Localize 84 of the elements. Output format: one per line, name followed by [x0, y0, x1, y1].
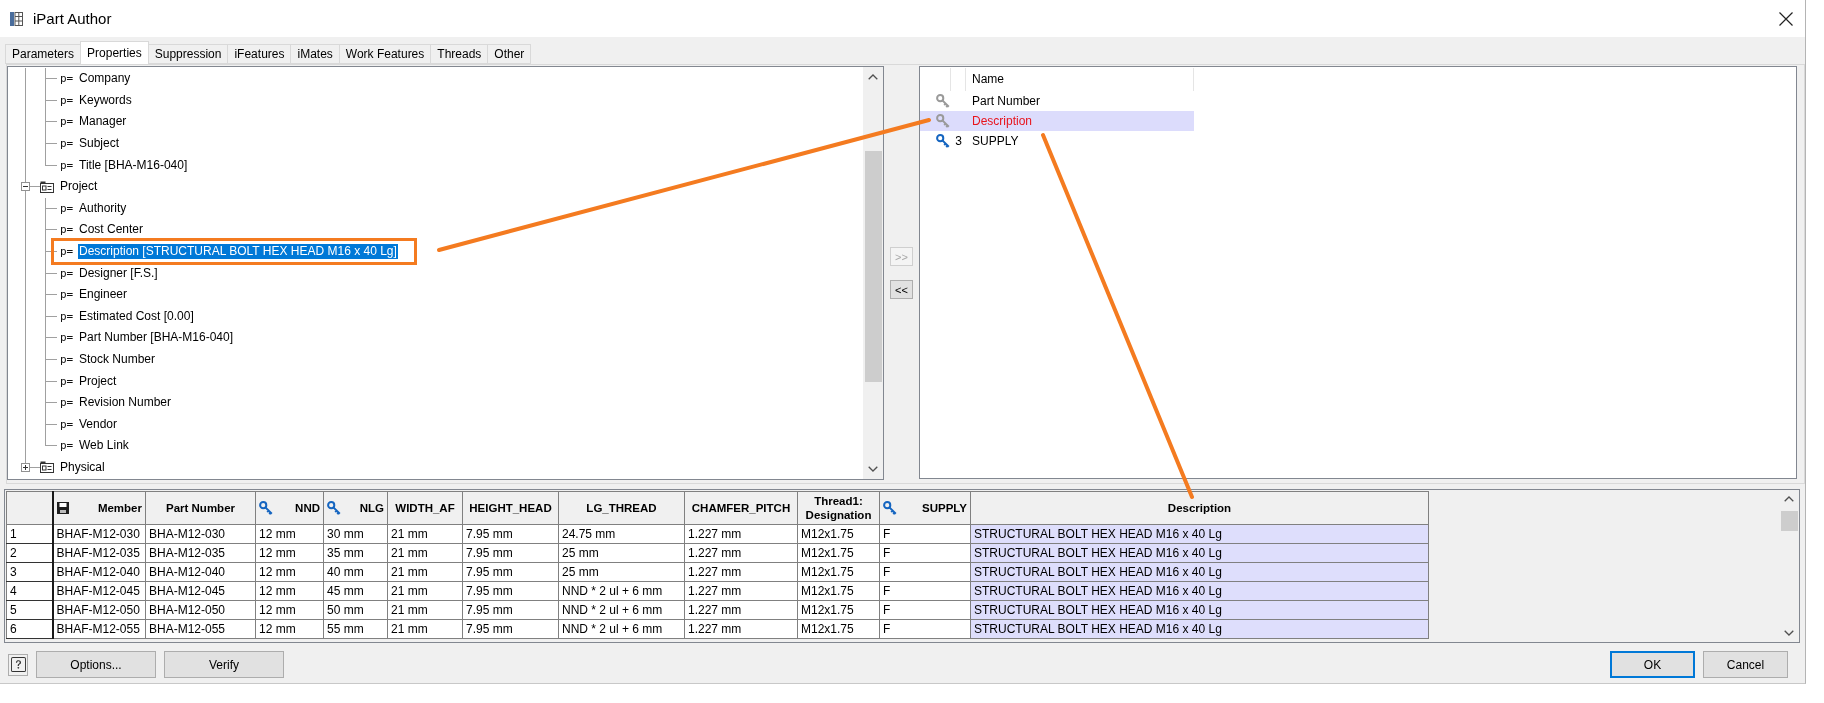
chevron-down-icon[interactable]	[1784, 630, 1794, 636]
property-marker: p=	[60, 417, 75, 431]
column-header[interactable]: Member	[52, 491, 146, 525]
tree-item[interactable]: Engineer	[78, 287, 129, 303]
property-marker: p=	[60, 158, 75, 172]
tree-item[interactable]: Revision Number	[78, 395, 173, 411]
column-header[interactable]: Part Number	[145, 491, 256, 525]
property-marker: p=	[60, 374, 75, 388]
help-button[interactable]	[8, 653, 28, 676]
column-header[interactable]: SUPPLY	[879, 491, 971, 525]
column-header[interactable]: NLG	[323, 491, 388, 525]
column-header[interactable]: CHAMFER_PITCH	[684, 491, 798, 525]
key-icon	[883, 501, 897, 515]
column-header[interactable]: Description	[970, 491, 1429, 525]
property-marker: p=	[60, 223, 75, 237]
property-marker: p=	[60, 396, 75, 410]
tree-item[interactable]: Company	[78, 71, 132, 87]
tree-item[interactable]: Web Link	[78, 438, 130, 454]
list-item[interactable]: 3 SUPPLY	[920, 131, 1194, 151]
column-header[interactable]: WIDTH_AF	[387, 491, 463, 525]
tab[interactable]: Threads	[430, 44, 489, 64]
close-icon	[1779, 11, 1793, 26]
tab[interactable]: Work Features	[338, 44, 432, 64]
scrollbar-thumb[interactable]	[1780, 511, 1798, 531]
chevron-up-icon[interactable]	[868, 74, 878, 80]
save-icon	[56, 502, 69, 514]
options-button[interactable]: Options...	[36, 651, 156, 678]
list-item[interactable]: Part Number	[920, 91, 1194, 111]
card-icon	[40, 461, 54, 474]
key-icon	[259, 501, 273, 515]
tab[interactable]: Parameters	[5, 44, 82, 64]
key-number: 3	[955, 133, 962, 149]
column-header[interactable]: Thread1: Designation	[797, 491, 880, 525]
tab[interactable]: Suppression	[147, 44, 229, 64]
property-marker: p=	[60, 331, 75, 345]
tree-item[interactable]: Project	[78, 373, 118, 389]
key-icon	[327, 501, 341, 515]
property-marker: p=	[60, 245, 75, 259]
remove-button[interactable]: <<	[890, 280, 913, 299]
tree-item[interactable]: Physical	[59, 460, 106, 475]
property-marker: p=	[60, 266, 75, 280]
column-header[interactable]: LG_THREAD	[558, 491, 685, 525]
window-title: iPart Author	[33, 9, 112, 28]
tab[interactable]: iMates	[290, 44, 340, 64]
column-header[interactable]: Name	[966, 68, 1194, 91]
property-marker: p=	[60, 288, 75, 302]
property-marker: p=	[60, 137, 75, 151]
tree-item[interactable]: Authority	[78, 200, 128, 216]
property-marker: p=	[60, 72, 75, 86]
verify-button[interactable]: Verify	[164, 651, 284, 678]
tree-item[interactable]: Manager	[78, 114, 128, 130]
tree-item[interactable]: Keywords	[78, 92, 133, 108]
column-header[interactable]: HEIGHT_HEAD	[462, 491, 559, 525]
collapse-icon[interactable]	[21, 182, 30, 192]
tree-item[interactable]: Project	[59, 179, 99, 195]
cancel-button[interactable]: Cancel	[1703, 651, 1788, 678]
property-marker: p=	[60, 93, 75, 107]
scrollbar-thumb[interactable]	[864, 151, 882, 382]
tab[interactable]: Properties	[80, 41, 149, 64]
tree-item[interactable]: Vendor	[78, 416, 119, 432]
tree-item[interactable]: Estimated Cost [0.00]	[78, 308, 195, 324]
column-header[interactable]: NND	[255, 491, 324, 525]
tree-item[interactable]: Title [BHA-M16-040]	[78, 157, 189, 173]
scrollbar[interactable]	[863, 67, 883, 479]
card-icon	[40, 180, 54, 193]
property-marker: p=	[60, 309, 75, 323]
app-icon	[10, 11, 23, 26]
tab[interactable]: iFeatures	[227, 44, 292, 64]
tree-item[interactable]: Designer [F.S.]	[78, 265, 159, 281]
property-marker: p=	[60, 353, 75, 366]
tree-item[interactable]: Part Number [BHA-M16-040]	[78, 330, 235, 346]
property-marker: p=	[60, 115, 75, 129]
tree-item[interactable]: Cost Center	[78, 222, 145, 238]
help-icon	[10, 657, 26, 672]
chevron-down-icon[interactable]	[868, 466, 878, 472]
chevron-up-icon[interactable]	[1784, 496, 1794, 502]
property-marker: p=	[60, 201, 75, 215]
tree-item[interactable]: Description [STRUCTURAL BOLT HEX HEAD M16 x 40 Lg]	[78, 244, 398, 260]
ok-button[interactable]: OK	[1610, 651, 1695, 678]
property-marker: p=	[60, 439, 75, 453]
expand-icon[interactable]	[21, 463, 30, 472]
tree-item[interactable]: Stock Number	[78, 352, 157, 367]
tree-item[interactable]: Subject	[78, 136, 121, 152]
tab[interactable]: Other	[487, 44, 532, 64]
